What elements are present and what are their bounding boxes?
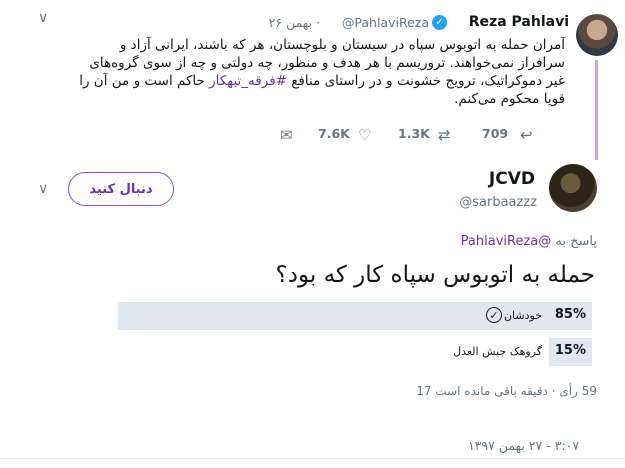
quoted-tweet-date[interactable]: · بهمن ۲۶ (269, 15, 320, 30)
replying-to: پاسخ به @PahlaviReza (461, 234, 597, 249)
avatar-jcvd[interactable] (549, 164, 597, 212)
replying-to-mention[interactable]: @PahlaviReza (461, 234, 552, 249)
chevron-down-icon[interactable]: ∨ (38, 10, 48, 26)
quoted-text-line: آمران حمله به اتوبوس سپاه در سیستان و بل… (119, 37, 565, 53)
follow-button[interactable]: دنبال کنید (68, 172, 174, 206)
poll-question: حمله به اتوبوس سپاه کار که بود؟ (275, 262, 595, 288)
reply-icon[interactable]: ↩ (520, 126, 533, 144)
retweet-count: 1.3K (398, 126, 430, 141)
poll-option-percent: 85% (554, 307, 586, 322)
thread-connector-line (595, 60, 598, 160)
replying-to-prefix: پاسخ به (555, 234, 597, 249)
avatar-reza-pahlavi[interactable] (576, 14, 618, 56)
reply-author-name[interactable]: JCVD (489, 169, 535, 189)
quoted-author-handle[interactable]: @PahlaviReza (342, 15, 429, 30)
tweet-actions-bar: ✉ 7.6K ♡ 1.3K ⇄ 709 ↩ (280, 126, 540, 146)
poll-vote-count: 59 رأی (559, 384, 597, 398)
quoted-text-line: غیر دموکراتیک، ترویج خشونت و در راستای م… (79, 73, 565, 89)
quoted-tweet-text: آمران حمله به اتوبوس سپاه در سیستان و بل… (65, 36, 565, 108)
poll-option-label: گروهک جیش العدل (453, 345, 542, 358)
check-circle-icon: ✓ (486, 307, 502, 323)
heart-icon[interactable]: ♡ (358, 126, 371, 144)
hashtag-link[interactable]: #فرقه_تبهکار (209, 73, 287, 89)
verified-badge-icon: ✓ (432, 15, 447, 30)
tweet-timestamp[interactable]: ۳:۰۷ - ۲۷ بهمن ۱۳۹۷ (468, 438, 579, 453)
poll-option-label: خودشان (503, 309, 542, 322)
reply-count: 709 (482, 126, 509, 141)
poll-option-row: 15% گروهک جیش العدل (118, 338, 592, 366)
quoted-text-line: قویا محکوم می‌کنم. (454, 91, 565, 107)
quoted-text-line: سرافراز نمی‌خواهند. تروریسم با هر هدف و … (89, 55, 565, 71)
envelope-icon[interactable]: ✉ (280, 126, 293, 144)
divider (0, 458, 625, 459)
chevron-down-icon[interactable]: ∨ (38, 181, 48, 197)
quoted-author-name[interactable]: Reza Pahlavi (469, 14, 569, 30)
poll-meta: 59 رأی · دقیقه باقی مانده است 17 (416, 384, 597, 398)
reply-author-handle[interactable]: @sarbaazzz (459, 195, 537, 210)
retweet-icon[interactable]: ⇄ (438, 126, 451, 144)
like-count: 7.6K (318, 126, 350, 141)
poll-time-left: دقیقه باقی مانده است 17 (416, 384, 548, 398)
poll-option-percent: 15% (554, 343, 586, 358)
poll-option-row: 85% خودشان ✓ (118, 302, 592, 330)
poll-meta-separator: · (551, 384, 556, 398)
